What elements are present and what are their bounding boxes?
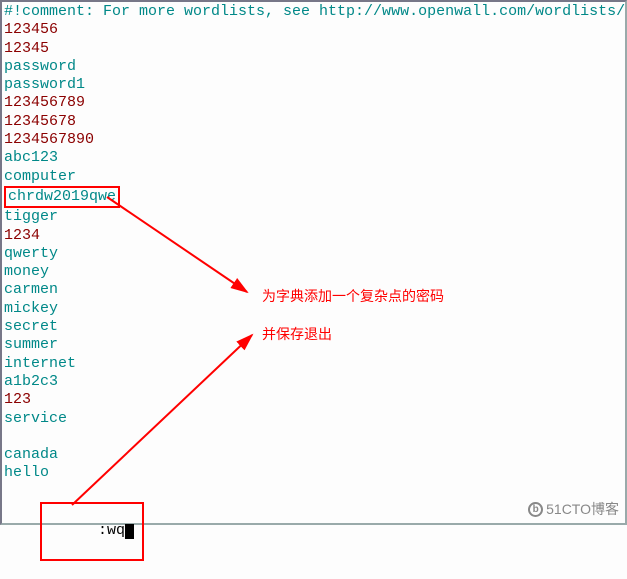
wordlist-line: computer (4, 168, 623, 186)
wordlist-line: hello (4, 464, 623, 482)
wordlist-line: qwerty (4, 245, 623, 263)
annotation-text: 为字典添加一个复杂点的密码 (262, 286, 444, 306)
blank-line (4, 428, 623, 446)
wordlist-line: money (4, 263, 623, 281)
annotation-text: 并保存退出 (262, 324, 332, 344)
wordlist-line: 123456789 (4, 94, 623, 112)
watermark: b 51CTO博客 (528, 499, 619, 519)
wordlist-line: canada (4, 446, 623, 464)
comment-line: #!comment: For more wordlists, see http:… (4, 3, 623, 21)
wordlist-line: internet (4, 355, 623, 373)
watermark-text: 51CTO博客 (546, 499, 619, 519)
wordlist-line: password (4, 58, 623, 76)
wordlist-line: abc123 (4, 149, 623, 167)
wordlist-line: tigger (4, 208, 623, 226)
watermark-icon: b (528, 502, 543, 517)
wordlist-line: 12345 (4, 40, 623, 58)
wordlist-line: 123456 (4, 21, 623, 39)
vim-command-box: :wq (40, 502, 144, 561)
cursor-icon (125, 524, 134, 539)
wordlist-line: 12345678 (4, 113, 623, 131)
highlighted-password: chrdw2019qwe (4, 186, 120, 208)
wordlist-line: a1b2c3 (4, 373, 623, 391)
wordlist-line: 1234 (4, 227, 623, 245)
wordlist-line: service (4, 410, 623, 428)
wordlist-line: 123 (4, 391, 623, 409)
wordlist-line: 1234567890 (4, 131, 623, 149)
wordlist-line: password1 (4, 76, 623, 94)
